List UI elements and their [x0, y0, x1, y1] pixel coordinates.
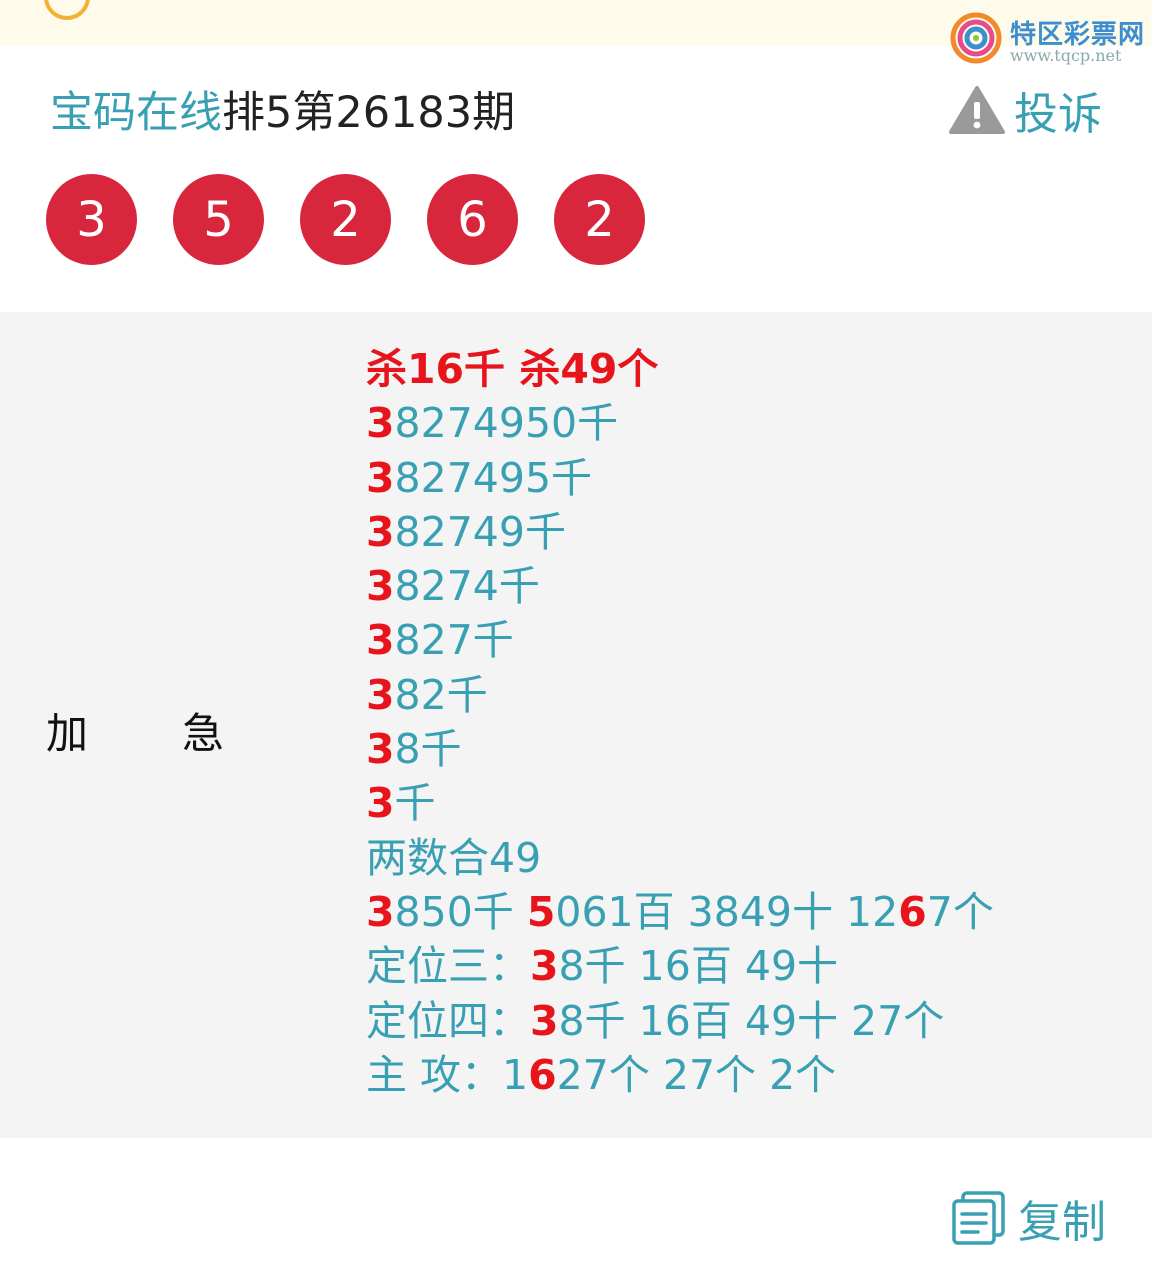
prediction-label: 加急: [46, 700, 224, 761]
prediction-line: 定位四：38千 16百 49十 27个: [366, 994, 994, 1048]
prediction-line: 382千: [366, 668, 994, 722]
notice-info-icon: [44, 0, 90, 20]
site-name: 宝码在线: [50, 88, 222, 138]
complaint-button[interactable]: 投诉: [948, 82, 1102, 140]
line-text: 850千: [394, 887, 527, 936]
prediction-line: 两数合49: [366, 831, 994, 885]
issue-label: 排5第26183期: [222, 88, 516, 138]
line-text: 定位三：: [366, 942, 530, 991]
page-title: 宝码在线排5第26183期: [50, 78, 515, 140]
line-text: 7个: [926, 887, 994, 936]
highlight-digit: 3: [366, 887, 395, 936]
line-text: 82千: [394, 670, 488, 719]
warning-icon: [949, 86, 1005, 134]
number-ball: 2: [554, 174, 645, 265]
line-text: 061百 3849十 12: [555, 887, 899, 936]
highlight-digit: 3: [366, 779, 395, 828]
highlight-digit: 3: [366, 616, 395, 665]
complaint-label: 投诉: [1014, 89, 1102, 140]
label-right: 急: [182, 709, 225, 758]
highlight-digit: 3: [530, 942, 559, 991]
prediction-lines: 杀16千 杀49个 38274950千 3827495千 382749千 38274千 3…: [366, 342, 994, 1102]
prediction-line: 3827495千: [366, 451, 994, 505]
prediction-headline: 杀16千 杀49个: [366, 342, 994, 396]
prediction-line: 3千: [366, 776, 994, 830]
swirl-logo-icon: [950, 12, 1002, 64]
number-ball: 6: [427, 174, 518, 265]
copy-button[interactable]: 复制: [950, 1186, 1106, 1250]
highlight-digit: 3: [366, 399, 395, 448]
prediction-line: 382749千: [366, 505, 994, 559]
line-text: 827495千: [394, 453, 593, 502]
highlight-digit: 3: [366, 453, 395, 502]
number-ball: 2: [300, 174, 391, 265]
highlight-digit: 3: [530, 996, 559, 1045]
highlight-digit: 3: [366, 670, 395, 719]
winning-numbers: 3 5 2 6 2: [46, 174, 681, 265]
highlight-digit: 6: [528, 1050, 557, 1099]
line-text: 两数合49: [366, 833, 542, 882]
prediction-panel: 加急 杀16千 杀49个 38274950千 3827495千 382749千 3827…: [0, 312, 1152, 1138]
label-left: 加: [46, 709, 89, 758]
prediction-line: 主 攻：1627个 27个 2个: [366, 1048, 994, 1102]
copy-label: 复制: [1018, 1197, 1106, 1248]
line-text: 定位四：: [366, 996, 530, 1045]
prediction-line: 定位三：38千 16百 49十: [366, 939, 994, 993]
line-text: 8千: [394, 725, 462, 774]
highlight-digit: 3: [366, 562, 395, 611]
line-text: 82749千: [394, 507, 566, 556]
prediction-line: 3827千: [366, 613, 994, 667]
line-text: 主 攻：1: [366, 1050, 529, 1099]
number-ball: 5: [173, 174, 264, 265]
line-text: 27个 27个 2个: [556, 1050, 837, 1099]
prediction-line: 38千: [366, 722, 994, 776]
line-text: 杀16千 杀49个: [366, 345, 659, 393]
highlight-digit: 6: [898, 887, 927, 936]
line-text: 8千 16百 49十: [558, 942, 839, 991]
number-ball: 3: [46, 174, 137, 265]
prediction-line: 38274千: [366, 559, 994, 613]
line-text: 8274950千: [394, 399, 619, 448]
line-text: 8千 16百 49十 27个: [558, 996, 945, 1045]
watermark-url: www.tqcp.net: [1010, 46, 1122, 65]
line-text: 千: [394, 779, 436, 828]
prediction-line: 38274950千: [366, 396, 994, 450]
highlight-digit: 3: [366, 507, 395, 556]
highlight-digit: 3: [366, 725, 395, 774]
prediction-line: 3850千 5061百 3849十 1267个: [366, 885, 994, 939]
line-text: 827千: [394, 616, 514, 665]
highlight-digit: 5: [526, 887, 556, 936]
document-copy-icon: [952, 1191, 1005, 1245]
line-text: 8274千: [394, 562, 540, 611]
watermark-logo: 特区彩票网 www.tqcp.net: [950, 10, 1150, 70]
